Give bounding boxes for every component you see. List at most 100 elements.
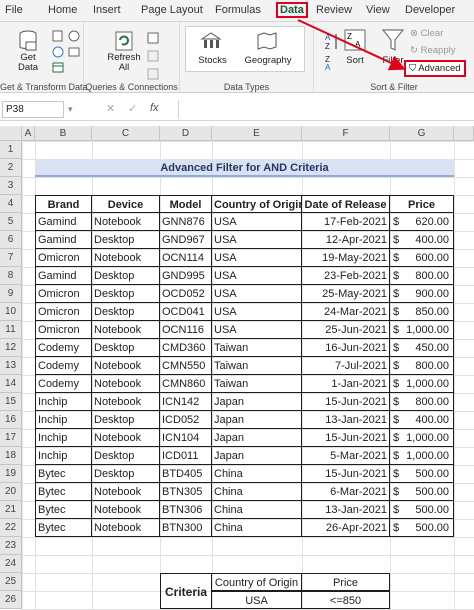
table-cell: $600.00 [390, 249, 454, 267]
row-header-16[interactable]: 16 [0, 411, 22, 429]
table-cell: Inchip [35, 393, 92, 411]
row-header-12[interactable]: 12 [0, 339, 22, 357]
table-cell: Inchip [35, 411, 92, 429]
table-cell: USA [212, 303, 302, 321]
table-header-cell: Brand [35, 195, 92, 213]
row-header-7[interactable]: 7 [0, 249, 22, 267]
table-cell: Bytec [35, 519, 92, 537]
column-header-b[interactable]: B [35, 126, 92, 141]
name-box[interactable]: P38 [2, 101, 64, 118]
formula-input[interactable] [178, 100, 474, 119]
table-cell: China [212, 465, 302, 483]
table-cell: 25-May-2021 [302, 285, 390, 303]
table-cell: USA [212, 231, 302, 249]
table-cell: $800.00 [390, 357, 454, 375]
fx-icon[interactable]: fx [150, 102, 159, 114]
select-all-corner[interactable] [0, 126, 22, 141]
gridline [22, 141, 474, 142]
price-value: 900.00 [415, 288, 449, 300]
currency-symbol: $ [393, 324, 400, 336]
table-cell: Taiwan [212, 375, 302, 393]
currency-symbol: $ [393, 378, 400, 390]
table-cell: 6-Mar-2021 [302, 483, 390, 501]
row-header-13[interactable]: 13 [0, 357, 22, 375]
table-cell: Japan [212, 447, 302, 465]
table-cell: $500.00 [390, 465, 454, 483]
table-cell: Desktop [92, 411, 160, 429]
table-cell: BTN300 [160, 519, 212, 537]
row-header-3[interactable]: 3 [0, 177, 22, 195]
table-cell: $500.00 [390, 483, 454, 501]
row-header-10[interactable]: 10 [0, 303, 22, 321]
price-value: 800.00 [415, 270, 449, 282]
table-cell: Notebook [92, 501, 160, 519]
table-cell: $800.00 [390, 267, 454, 285]
column-header-a[interactable]: A [22, 126, 35, 141]
currency-symbol: $ [393, 270, 400, 282]
column-header-d[interactable]: D [160, 126, 212, 141]
column-header-e[interactable]: E [212, 126, 302, 141]
table-cell: 23-Feb-2021 [302, 267, 390, 285]
table-cell: $850.00 [390, 303, 454, 321]
enter-icon[interactable]: ✓ [128, 102, 137, 115]
table-cell: Japan [212, 411, 302, 429]
row-header-2[interactable]: 2 [0, 159, 22, 177]
column-header-c[interactable]: C [92, 126, 160, 141]
table-cell: $500.00 [390, 501, 454, 519]
table-cell: Omicron [35, 321, 92, 339]
table-cell: 17-Feb-2021 [302, 213, 390, 231]
table-cell: Gamind [35, 213, 92, 231]
row-header-20[interactable]: 20 [0, 483, 22, 501]
row-header-4[interactable]: 4 [0, 195, 22, 213]
row-header-15[interactable]: 15 [0, 393, 22, 411]
table-cell: OCN116 [160, 321, 212, 339]
row-header-1[interactable]: 1 [0, 141, 22, 159]
row-header-8[interactable]: 8 [0, 267, 22, 285]
table-cell: 16-Jun-2021 [302, 339, 390, 357]
cancel-icon[interactable]: ✕ [106, 102, 115, 115]
row-header-9[interactable]: 9 [0, 285, 22, 303]
column-header-g[interactable]: G [390, 126, 454, 141]
table-cell: Notebook [92, 213, 160, 231]
table-header-cell: Date of Release [302, 195, 390, 213]
row-header-25[interactable]: 25 [0, 573, 22, 591]
table-cell: Notebook [92, 483, 160, 501]
table-cell: Desktop [92, 339, 160, 357]
table-cell: Japan [212, 429, 302, 447]
table-cell: Taiwan [212, 357, 302, 375]
row-header-6[interactable]: 6 [0, 231, 22, 249]
row-header-5[interactable]: 5 [0, 213, 22, 231]
row-header-11[interactable]: 11 [0, 321, 22, 339]
criteria-h1: Country of Origin [212, 573, 302, 591]
table-cell: Desktop [92, 447, 160, 465]
price-value: 800.00 [415, 360, 449, 372]
row-header-26[interactable]: 26 [0, 591, 22, 609]
currency-symbol: $ [393, 234, 400, 246]
row-header-17[interactable]: 17 [0, 429, 22, 447]
column-header-f[interactable]: F [302, 126, 390, 141]
table-cell: 15-Jun-2021 [302, 429, 390, 447]
table-header-cell: Country of Origin [212, 195, 302, 213]
table-cell: USA [212, 285, 302, 303]
currency-symbol: $ [393, 216, 400, 228]
dropdown-icon[interactable]: ▾ [68, 104, 73, 115]
table-cell: Codemy [35, 375, 92, 393]
criteria-label: Criteria [160, 573, 212, 609]
table-cell: BTN306 [160, 501, 212, 519]
table-cell: Desktop [92, 285, 160, 303]
row-header-21[interactable]: 21 [0, 501, 22, 519]
table-cell: 13-Jan-2021 [302, 411, 390, 429]
row-header-22[interactable]: 22 [0, 519, 22, 537]
table-cell: Gamind [35, 267, 92, 285]
table-cell: USA [212, 267, 302, 285]
table-cell: $450.00 [390, 339, 454, 357]
row-header-18[interactable]: 18 [0, 447, 22, 465]
criteria-v1: USA [212, 591, 302, 609]
row-header-14[interactable]: 14 [0, 375, 22, 393]
price-value: 450.00 [415, 342, 449, 354]
table-cell: 13-Jan-2021 [302, 501, 390, 519]
row-header-19[interactable]: 19 [0, 465, 22, 483]
table-cell: Taiwan [212, 339, 302, 357]
row-header-24[interactable]: 24 [0, 555, 22, 573]
currency-symbol: $ [393, 450, 400, 462]
